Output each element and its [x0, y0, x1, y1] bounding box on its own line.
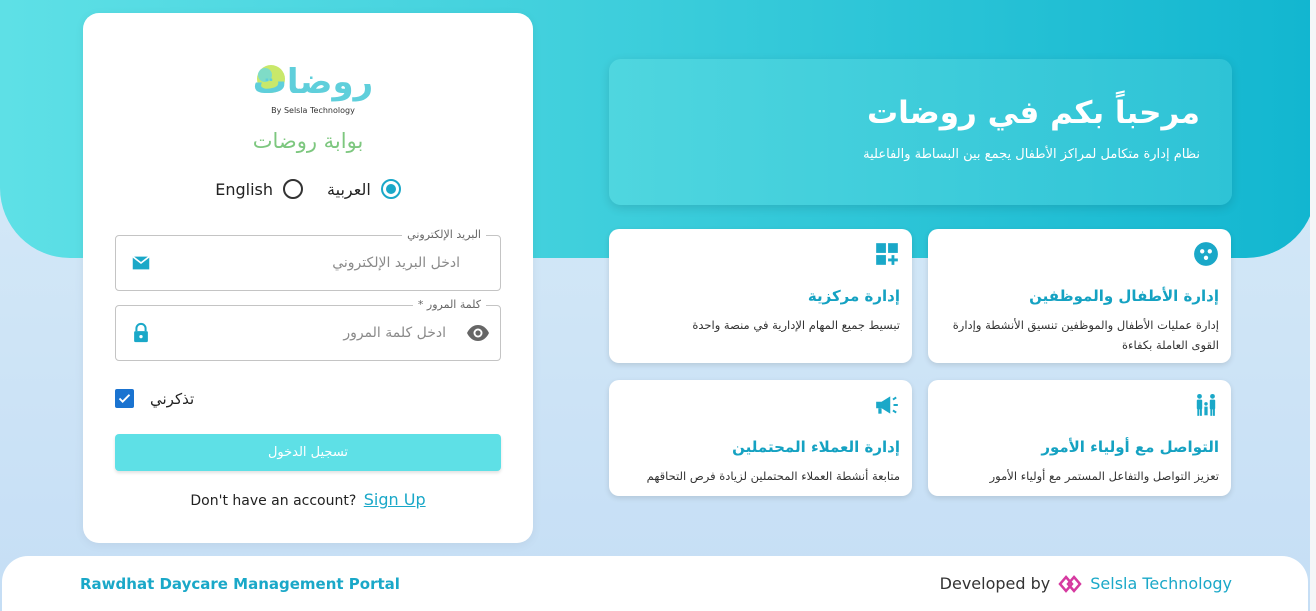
remember-label: تذكرني: [150, 389, 195, 408]
language-radio-english[interactable]: English: [215, 179, 304, 199]
login-card: روضات By Selsla Technology بوابة روضات ا…: [83, 13, 533, 543]
footer-credits: Developed by Selsla Technology: [940, 574, 1232, 593]
password-input[interactable]: [166, 306, 446, 360]
feature-description: تعزيز التواصل والتفاعل المستمر مع أولياء…: [989, 469, 1219, 483]
mail-icon: [132, 255, 150, 270]
language-selector: العربية English: [83, 179, 533, 199]
feature-title: إدارة العملاء المحتملين: [732, 438, 900, 456]
footer: Rawdhat Daycare Management Portal Develo…: [2, 556, 1308, 611]
developed-by-text: Developed by: [939, 574, 1051, 593]
remember-checkbox[interactable]: [115, 389, 134, 408]
footer-portal-name: Rawdhat Daycare Management Portal: [80, 575, 400, 593]
language-label-english: English: [215, 179, 274, 199]
grid-plus-icon: [876, 243, 898, 265]
feature-card-leads: إدارة العملاء المحتملين متابعة أنشطة الع…: [609, 380, 912, 496]
login-button[interactable]: تسجيل الدخول: [115, 434, 501, 471]
lock-icon: [134, 322, 148, 343]
welcome-subtitle: نظام إدارة متكامل لمراكز الأطفال يجمع بي…: [863, 147, 1200, 162]
language-radio-arabic[interactable]: العربية: [327, 179, 401, 199]
feature-title: إدارة الأطفال والموظفين: [1029, 287, 1219, 305]
group-icon: [1194, 242, 1218, 266]
welcome-title: مرحباً بكم في روضات: [867, 95, 1200, 131]
selsla-logo-icon: [1058, 574, 1082, 593]
feature-title: إدارة مركزية: [807, 287, 900, 305]
logo-subtext: By Selsla Technology: [271, 106, 355, 115]
logo-text: روضات: [253, 62, 374, 102]
password-field-wrapper: * كلمة المرور: [115, 298, 501, 361]
feature-card-children-staff: إدارة الأطفال والموظفين إدارة عمليات الأ…: [928, 229, 1231, 363]
selsla-brand-link[interactable]: Selsla Technology: [1090, 574, 1232, 593]
scrollbar-track[interactable]: [1310, 0, 1316, 611]
no-account-text: Don't have an account?: [190, 493, 357, 509]
check-icon: [118, 394, 131, 403]
feature-card-parents: التواصل مع أولياء الأمور تعزيز التواصل و…: [928, 380, 1231, 496]
feature-card-central: إدارة مركزية تبسيط جميع المهام الإدارية …: [609, 229, 912, 363]
family-icon: [1196, 393, 1216, 416]
feature-title: التواصل مع أولياء الأمور: [1041, 438, 1219, 456]
radio-unchecked-icon: [283, 179, 304, 199]
signup-row: Don't have an account? Sign Up: [83, 490, 533, 509]
remember-me[interactable]: تذكرني: [115, 389, 194, 408]
language-label-arabic: العربية: [327, 179, 371, 199]
email-field-wrapper: البريد الإلكتروني: [115, 228, 501, 291]
signup-link[interactable]: Sign Up: [364, 490, 426, 509]
feature-description: تبسيط جميع المهام الإدارية في منصة واحدة: [692, 318, 900, 332]
feature-description: إدارة عمليات الأطفال والموظفين تنسيق الأ…: [952, 318, 1219, 352]
portal-title: بوابة روضات: [252, 129, 364, 153]
radio-checked-icon: [380, 179, 401, 199]
megaphone-icon: [876, 396, 898, 414]
eye-icon[interactable]: [466, 323, 490, 343]
email-input[interactable]: [160, 236, 460, 290]
feature-description: متابعة أنشطة العملاء المحتملين لزيادة فر…: [646, 469, 900, 483]
welcome-card: مرحباً بكم في روضات نظام إدارة متكامل لم…: [609, 59, 1232, 205]
rawdhat-logo: روضات By Selsla Technology: [253, 62, 374, 115]
